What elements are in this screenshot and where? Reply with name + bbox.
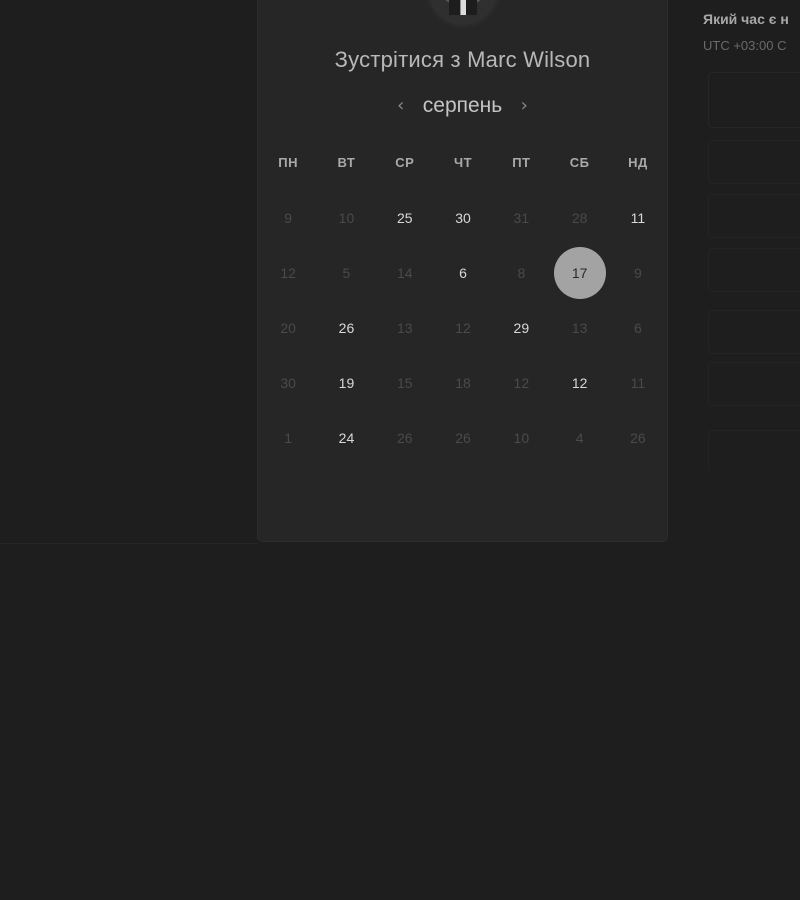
meeting-title: Зустрітися з Marc Wilson [334,47,591,72]
calendar-day-number: 20 [280,319,296,336]
calendar-day-number: 31 [513,209,530,226]
calendar-day: 9 [609,245,667,300]
calendar-day-number: 13 [571,319,588,336]
calendar-day-number: 12 [280,264,296,281]
calendar-day-number: 5 [342,264,351,281]
timezone-heading: Який час є н [703,11,789,27]
calendar-day: 13 [376,300,434,355]
calendar-day: 14 [376,245,434,300]
timezone-value[interactable]: UTC +03:00 С [703,38,786,53]
calendar-day-number: 18 [455,374,471,391]
calendar-day-number: 30 [280,374,296,391]
calendar-day-number: 15 [396,374,413,391]
calendar-day-number: 26 [455,429,471,446]
calendar-day-number: 9 [634,264,642,281]
calendar-day[interactable]: 24 [317,410,375,465]
calendar-days-grid: 9 10 25 30 31 28 11 12 5 14 6 8 17 9 20 26 13 12 29 13 6 30 19… [259,190,667,465]
calendar-day: 1 [259,410,317,465]
calendar-day-number: 12 [455,319,471,336]
calendar-day: 4 [550,410,608,465]
month-label: серпень [422,94,503,117]
calendar-day-number: 29 [513,319,530,336]
calendar-day-number: 25 [396,209,413,226]
calendar-day-number: 12 [513,374,530,391]
calendar-day-number: 24 [338,429,355,446]
calendar-day[interactable]: 30 [434,190,492,245]
calendar-day-number: 11 [630,209,646,226]
calendar-day[interactable]: 6 [434,245,492,300]
calendar-day: 30 [259,355,317,410]
calendar-day[interactable]: 12 [550,355,608,410]
calendar-day-number: 1 [284,429,293,446]
calendar-day: 10 [317,190,375,245]
time-slot[interactable] [708,310,800,354]
calendar-day: 26 [609,410,667,465]
weekday-label: ЧТ [454,155,473,170]
weekday-label: НД [628,155,648,170]
calendar-day[interactable]: 26 [317,300,375,355]
timezone-select[interactable] [708,72,800,128]
calendar-day-number: 11 [630,374,646,391]
calendar-day-number: 10 [513,429,530,446]
calendar-day-number: 10 [338,209,355,226]
month-navigation: ‹ серпень › [257,94,668,118]
calendar-day[interactable]: 11 [609,190,667,245]
calendar-day: 13 [550,300,608,355]
calendar-day-number: 6 [634,319,642,336]
calendar-day-number: 4 [575,429,584,446]
calendar-day-number: 19 [338,374,355,391]
calendar-day: 11 [609,355,667,410]
calendar-day: 15 [376,355,434,410]
weekday-label: ПТ [512,155,531,170]
calendar-day-number: 13 [396,319,413,336]
calendar-day: 26 [434,410,492,465]
calendar-day-number: 26 [630,429,646,446]
calendar-day-number: 8 [517,264,526,281]
booking-page: Зустрітися з Marc Wilson ‹ серпень › ПН … [0,0,800,900]
calendar-day: 12 [492,355,550,410]
calendar-day-number: 12 [571,374,588,391]
time-slot[interactable] [708,194,800,238]
time-slot[interactable] [708,362,800,406]
calendar-day: 10 [492,410,550,465]
calendar-day: 26 [376,410,434,465]
calendar-day: 12 [259,245,317,300]
calendar-day-number: 6 [459,264,467,281]
calendar-day-selected[interactable]: 17 [550,245,608,300]
calendar-day: 5 [317,245,375,300]
calendar-day: 8 [492,245,550,300]
calendar-day-number: 30 [455,209,471,226]
calendar-day: 28 [550,190,608,245]
calendar-day-number: 9 [284,209,293,226]
time-slot[interactable] [708,430,800,470]
time-slot[interactable] [708,140,800,184]
calendar-day[interactable]: 29 [492,300,550,355]
calendar-day-number: 26 [396,429,413,446]
calendar-day-number: 14 [396,264,413,281]
left-panel-divider [0,543,258,544]
weekday-label: ВТ [337,155,356,170]
calendar-day: 31 [492,190,550,245]
weekday-label: СБ [569,155,590,170]
time-slot[interactable] [708,248,800,292]
calendar-day: 6 [609,300,667,355]
weekday-header: ПН ВТ СР ЧТ ПТ СБ НД [259,155,667,170]
weekday-label: ПН [278,155,299,170]
calendar-day: 9 [259,190,317,245]
calendar-day[interactable]: 19 [317,355,375,410]
chevron-right-icon[interactable]: › [516,94,532,118]
calendar-day: 12 [434,300,492,355]
calendar-day-number: 28 [571,209,588,226]
calendar-day: 20 [259,300,317,355]
calendar-day-number: 26 [338,319,355,336]
weekday-label: СР [395,155,415,170]
calendar-day-number: 17 [553,246,606,299]
timeslot-panel: Який час є н UTC +03:00 С [700,0,800,470]
calendar-day: 18 [434,355,492,410]
calendar-day[interactable]: 25 [376,190,434,245]
chevron-left-icon[interactable]: ‹ [393,94,409,118]
